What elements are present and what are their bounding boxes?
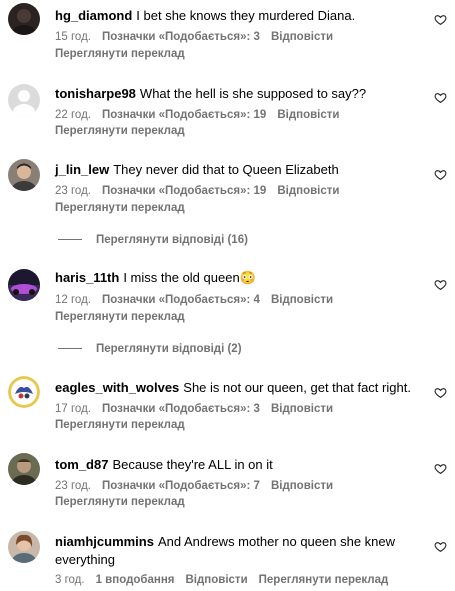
replies-divider-line xyxy=(58,239,82,241)
comment-time: 17 год. xyxy=(55,403,91,415)
avatar[interactable] xyxy=(8,84,40,116)
reply-button[interactable]: Відповісти xyxy=(186,574,248,586)
avatar[interactable] xyxy=(8,159,40,191)
avatar[interactable] xyxy=(8,3,40,35)
comment-text: They never did that to Queen Elizabeth xyxy=(113,162,339,177)
comment-meta: 23 год. Позначки «Подобається»: 7 Відповіс… xyxy=(55,480,344,492)
like-heart-icon[interactable] xyxy=(434,168,447,181)
comment-text: What the hell is she supposed to say?? xyxy=(139,86,367,101)
reply-button[interactable]: Відповісти xyxy=(271,31,333,43)
username-link[interactable]: j_lin_lew xyxy=(55,162,109,177)
comment-text-line: tom_d87 Because they're ALL in on it xyxy=(55,456,420,474)
likes-count[interactable]: 1 вподобання xyxy=(96,574,175,586)
reply-button[interactable]: Відповісти xyxy=(277,185,339,197)
like-heart-icon[interactable] xyxy=(434,540,447,553)
comment-time: 22 год. xyxy=(55,109,91,121)
see-translation-button[interactable]: Переглянути переклад xyxy=(55,311,185,323)
avatar[interactable] xyxy=(8,531,40,563)
comment-meta: 17 год. Позначки «Подобається»: 3 Відповіс… xyxy=(55,403,344,415)
see-translation-button[interactable]: Переглянути переклад xyxy=(55,202,185,214)
like-heart-icon[interactable] xyxy=(434,13,447,26)
like-heart-icon[interactable] xyxy=(434,386,447,399)
comment-text-line: tonisharpe98 What the hell is she suppose… xyxy=(55,85,420,103)
comment-time: 15 год. xyxy=(55,31,91,43)
view-replies-label: Переглянути відповіді (2) xyxy=(96,343,242,355)
comment-text-line: niamhjcummins And Andrews mother no queen… xyxy=(55,533,420,569)
likes-count[interactable]: Позначки «Подобається»: 19 xyxy=(102,185,266,197)
reply-button[interactable]: Відповісти xyxy=(271,480,333,492)
comment-meta: 23 год. Позначки «Подобається»: 19 Відпові… xyxy=(55,185,350,197)
username-link[interactable]: hg_diamond xyxy=(55,8,132,23)
comment-time: 3 год. xyxy=(55,574,85,586)
view-replies-button[interactable]: Переглянути відповіді (2) xyxy=(58,343,242,355)
username-link[interactable]: tonisharpe98 xyxy=(55,86,136,101)
comment-text-line: haris_11th I miss the old queen😳 xyxy=(55,269,420,287)
view-replies-label: Переглянути відповіді (16) xyxy=(96,234,248,246)
comment-time: 12 год. xyxy=(55,294,91,306)
comment-text: Because they're ALL in on it xyxy=(112,457,273,472)
likes-count[interactable]: Позначки «Подобається»: 3 xyxy=(102,403,260,415)
reply-button[interactable]: Відповісти xyxy=(277,109,339,121)
comment-meta: 22 год. Позначки «Подобається»: 19 Відпові… xyxy=(55,109,350,121)
like-heart-icon[interactable] xyxy=(434,462,447,475)
like-heart-icon[interactable] xyxy=(434,278,447,291)
comment-text: I miss the old queen😳 xyxy=(123,270,256,285)
username-link[interactable]: tom_d87 xyxy=(55,457,108,472)
view-replies-button[interactable]: Переглянути відповіді (16) xyxy=(58,234,248,246)
comment-text: I bet she knows they murdered Diana. xyxy=(136,8,356,23)
reply-button[interactable]: Відповісти xyxy=(271,294,333,306)
comment-meta: 12 год. Позначки «Подобається»: 4 Відповіс… xyxy=(55,294,344,306)
username-link[interactable]: niamhjcummins xyxy=(55,534,154,549)
see-translation-button[interactable]: Переглянути переклад xyxy=(55,419,185,431)
avatar[interactable] xyxy=(8,376,40,408)
replies-divider-line xyxy=(58,348,82,350)
comment-text-line: hg_diamond I bet she knows they murdered … xyxy=(55,7,420,25)
username-link[interactable]: eagles_with_wolves xyxy=(55,380,179,395)
see-translation-button[interactable]: Переглянути переклад xyxy=(259,574,389,586)
comment-time: 23 год. xyxy=(55,480,91,492)
comment-meta: 3 год. 1 вподобання Відповісти Переглянути … xyxy=(55,574,399,586)
username-link[interactable]: haris_11th xyxy=(55,270,119,285)
see-translation-button[interactable]: Переглянути переклад xyxy=(55,48,185,60)
likes-count[interactable]: Позначки «Подобається»: 7 xyxy=(102,480,260,492)
comment-text: She is not our queen, get that fact righ… xyxy=(183,380,411,395)
see-translation-button[interactable]: Переглянути переклад xyxy=(55,125,185,137)
comment-meta: 15 год. Позначки «Подобається»: 3 Відповіс… xyxy=(55,31,344,43)
avatar[interactable] xyxy=(8,269,40,301)
reply-button[interactable]: Відповісти xyxy=(271,403,333,415)
comment-text-line: eagles_with_wolves She is not our queen, … xyxy=(55,379,420,397)
comment-time: 23 год. xyxy=(55,185,91,197)
likes-count[interactable]: Позначки «Подобається»: 3 xyxy=(102,31,260,43)
likes-count[interactable]: Позначки «Подобається»: 4 xyxy=(102,294,260,306)
avatar[interactable] xyxy=(8,453,40,485)
comment-text-line: j_lin_lew They never did that to Queen El… xyxy=(55,161,420,179)
see-translation-button[interactable]: Переглянути переклад xyxy=(55,496,185,508)
like-heart-icon[interactable] xyxy=(434,91,447,104)
likes-count[interactable]: Позначки «Подобається»: 19 xyxy=(102,109,266,121)
